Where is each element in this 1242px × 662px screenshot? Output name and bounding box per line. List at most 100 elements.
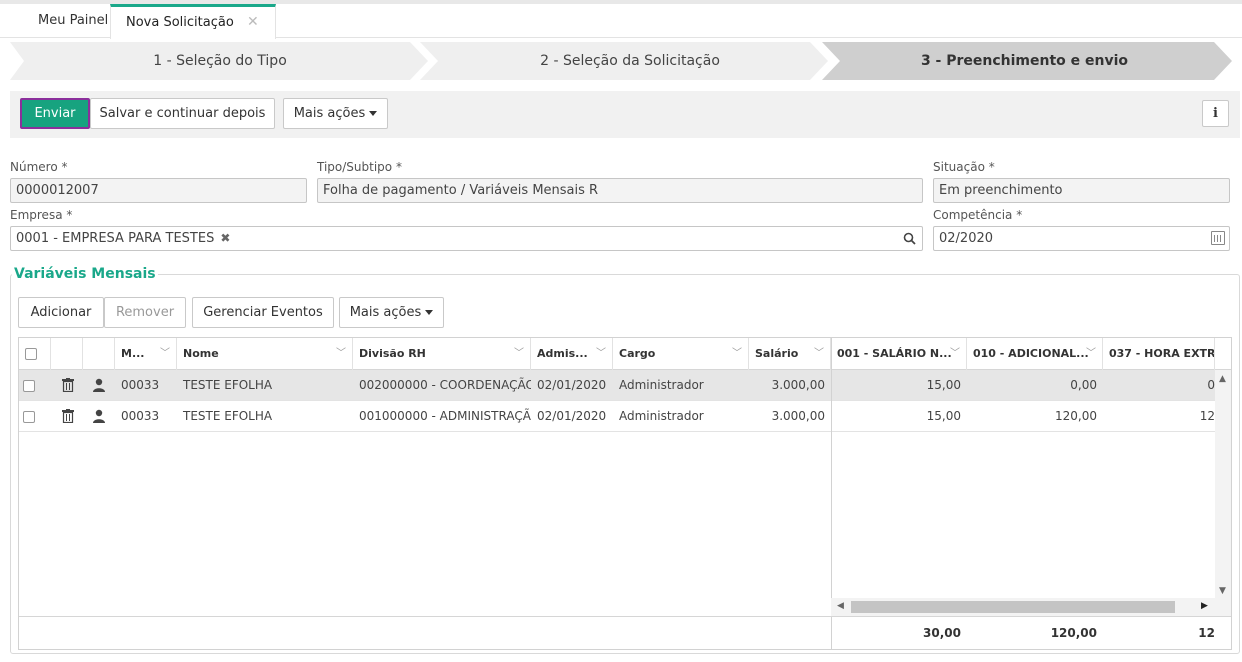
situacao-label: Situação * xyxy=(933,160,995,174)
chevron-down-icon: ﹀ xyxy=(514,348,524,359)
cell-admissao: 02/01/2020 xyxy=(537,409,607,423)
info-button[interactable]: i xyxy=(1202,100,1229,127)
cell-matricula: 00033 xyxy=(121,378,160,392)
header-select-all[interactable] xyxy=(19,338,51,370)
scroll-right-icon[interactable]: ▶ xyxy=(1201,601,1208,611)
enviar-button[interactable]: Enviar xyxy=(20,98,90,129)
vertical-scrollbar[interactable]: ▲ ▼ xyxy=(1215,370,1231,616)
checkbox[interactable] xyxy=(23,379,35,392)
manage-events-button[interactable]: Gerenciar Eventos xyxy=(192,297,334,328)
tab-label: Nova Solicitação xyxy=(126,15,234,30)
cell-evento-010[interactable]: 0,00 xyxy=(967,370,1103,401)
tab-meu-painel[interactable]: Meu Painel xyxy=(38,4,108,38)
row-select[interactable] xyxy=(19,370,51,401)
header-label: 001 - SALÁRIO N... xyxy=(837,347,952,360)
header-evento-010[interactable]: 010 - ADICIONAL... ﹀ xyxy=(967,338,1103,370)
cell-cargo: Administrador xyxy=(619,378,704,392)
tipo-field[interactable]: Folha de pagamento / Variáveis Mensais R xyxy=(317,178,923,203)
scrollbar-thumb[interactable] xyxy=(851,601,1175,613)
calendar-icon[interactable] xyxy=(1211,231,1225,245)
chevron-down-icon: ﹀ xyxy=(336,348,346,359)
scroll-up-icon[interactable]: ▲ xyxy=(1219,374,1226,384)
cell-salario: 3.000,00 xyxy=(771,378,825,392)
chevron-down-icon: ﹀ xyxy=(160,348,170,359)
step-1: 1 - Seleção do Tipo xyxy=(153,53,287,69)
section-more-actions-button[interactable]: Mais ações xyxy=(339,297,444,328)
header-salario[interactable]: Salário ﹀ xyxy=(749,338,831,370)
cell-admissao: 02/01/2020 xyxy=(537,378,607,392)
header-cargo[interactable]: Cargo ﹀ xyxy=(613,338,749,370)
user-icon[interactable] xyxy=(92,409,106,423)
wizard-steps: 1 - Seleção do Tipo 2 - Seleção da Solic… xyxy=(10,42,1234,80)
header-label: Admis... xyxy=(537,347,588,360)
cell-divisao: 001000000 - ADMINISTRAÇÃO xyxy=(359,409,531,423)
header-label: Salário xyxy=(755,347,799,360)
more-actions-label: Mais ações xyxy=(293,106,366,121)
chevron-down-icon: ﹀ xyxy=(814,348,824,359)
section-more-label: Mais ações xyxy=(349,305,422,320)
competencia-field[interactable]: 02/2020 xyxy=(933,226,1230,251)
competencia-label: Competência * xyxy=(933,208,1023,222)
chevron-down-icon: ﹀ xyxy=(950,348,960,359)
header-label: Cargo xyxy=(619,347,656,360)
section-title: Variáveis Mensais xyxy=(12,266,158,282)
checkbox[interactable] xyxy=(25,348,37,360)
step-3: 3 - Preenchimento e envio xyxy=(920,53,1129,69)
table-row[interactable]: 00033 TESTE EFOLHA 001000000 - ADMINISTR… xyxy=(19,401,1231,432)
tab-nova-solicitacao[interactable]: Nova Solicitação ✕ xyxy=(110,4,276,39)
tipo-label: Tipo/Subtipo * xyxy=(317,160,402,174)
scroll-down-icon[interactable]: ▼ xyxy=(1219,586,1226,596)
remove-button[interactable]: Remover xyxy=(104,297,186,328)
cell-evento-037[interactable]: 0 xyxy=(1103,370,1215,401)
cell-evento-001[interactable]: 15,00 xyxy=(831,401,967,432)
header-evento-037[interactable]: 037 - HORA EXTR... xyxy=(1103,338,1215,370)
chevron-down-icon: ﹀ xyxy=(1086,348,1096,359)
header-label: Divisão RH xyxy=(359,347,426,360)
numero-field[interactable]: 0000012007 xyxy=(10,178,307,203)
horizontal-scrollbar[interactable]: ◀ ▶ xyxy=(831,598,1215,616)
action-toolbar: Enviar Salvar e continuar depois Mais aç… xyxy=(10,91,1240,138)
header-label: Nome xyxy=(183,347,219,360)
header-admissao[interactable]: Admis... ﹀ xyxy=(531,338,613,370)
variaveis-grid: M... ﹀ Nome ﹀ Divisão RH ﹀ Admis... ﹀ Cargo ﹀… xyxy=(18,337,1232,650)
total-evento-001: 30,00 xyxy=(923,626,961,640)
cell-evento-001[interactable]: 15,00 xyxy=(831,370,967,401)
header-matricula[interactable]: M... ﹀ xyxy=(115,338,177,370)
trash-icon[interactable] xyxy=(62,409,74,423)
search-icon[interactable] xyxy=(903,227,916,258)
chevron-down-icon: ﹀ xyxy=(596,348,606,359)
user-icon[interactable] xyxy=(92,378,106,392)
caret-down-icon xyxy=(425,310,434,315)
header-label: 037 - HORA EXTR... xyxy=(1109,347,1215,360)
header-actions xyxy=(51,338,83,370)
close-icon[interactable]: ✕ xyxy=(247,7,259,38)
cell-salario: 3.000,00 xyxy=(771,409,825,423)
header-nome[interactable]: Nome ﹀ xyxy=(177,338,353,370)
grid-totals: 30,00 120,00 12 xyxy=(19,616,1231,649)
header-evento-001[interactable]: 001 - SALÁRIO N... ﹀ xyxy=(831,338,967,370)
row-select[interactable] xyxy=(19,401,51,432)
grid-header: M... ﹀ Nome ﹀ Divisão RH ﹀ Admis... ﹀ Cargo ﹀… xyxy=(19,338,1231,370)
save-continue-button[interactable]: Salvar e continuar depois xyxy=(90,98,275,129)
cell-evento-037[interactable]: 12 xyxy=(1103,401,1215,432)
cell-nome: TESTE EFOLHA xyxy=(183,378,273,392)
cell-cargo: Administrador xyxy=(619,409,704,423)
cell-divisao: 002000000 - COORDENAÇÃO xyxy=(359,378,531,392)
table-row[interactable]: 00033 TESTE EFOLHA 002000000 - COORDENAÇ… xyxy=(19,370,1231,401)
header-label: 010 - ADICIONAL... xyxy=(973,347,1089,360)
chevron-down-icon: ﹀ xyxy=(732,348,742,359)
scroll-left-icon[interactable]: ◀ xyxy=(837,601,844,611)
situacao-field[interactable]: Em preenchimento xyxy=(933,178,1230,203)
tab-bar: Meu Painel Nova Solicitação ✕ xyxy=(0,4,1242,39)
header-divisao[interactable]: Divisão RH ﹀ xyxy=(353,338,531,370)
add-button[interactable]: Adicionar xyxy=(18,297,104,328)
remove-tag-icon[interactable]: ✖ xyxy=(220,231,230,245)
checkbox[interactable] xyxy=(23,410,35,423)
cell-matricula: 00033 xyxy=(121,409,160,423)
cell-evento-010[interactable]: 120,00 xyxy=(967,401,1103,432)
empresa-field[interactable]: 0001 - EMPRESA PARA TESTES ✖ xyxy=(10,226,923,251)
more-actions-button[interactable]: Mais ações xyxy=(283,98,388,129)
trash-icon[interactable] xyxy=(62,378,74,392)
caret-down-icon xyxy=(369,111,378,116)
competencia-value: 02/2020 xyxy=(939,231,994,246)
